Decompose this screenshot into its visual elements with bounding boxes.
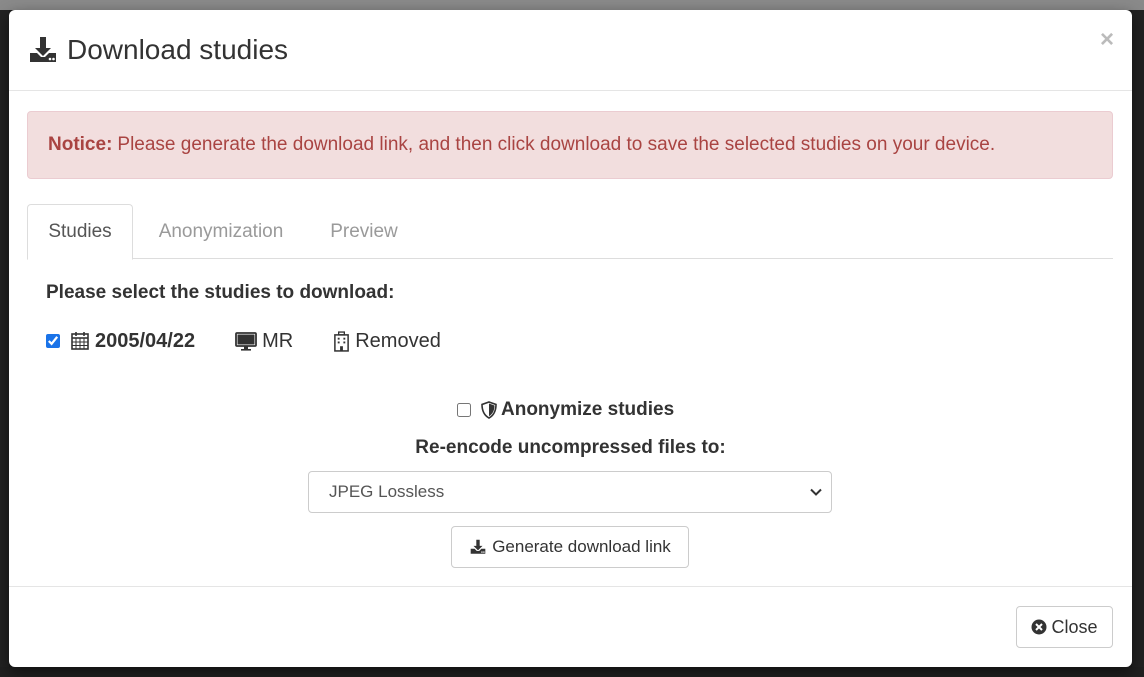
anonymize-option: Anonymize studies <box>457 396 674 424</box>
download-icon <box>30 37 56 62</box>
reencode-select[interactable]: JPEG Lossless <box>308 471 832 513</box>
modal-footer: Close <box>9 586 1132 667</box>
modal-header: Download studies × <box>9 10 1132 91</box>
close-button-label: Close <box>1051 616 1098 637</box>
backdrop-top-bar <box>0 0 1144 10</box>
close-circle-icon <box>1031 619 1047 635</box>
hospital-icon <box>334 330 350 352</box>
tab-preview[interactable]: Preview <box>317 204 411 259</box>
modal-title-text: Download studies <box>67 34 289 65</box>
calendar-icon <box>71 332 89 350</box>
study-row: 2005/04/22 MR Removed <box>46 326 441 356</box>
reencode-selected-value: JPEG Lossless <box>329 482 445 501</box>
backdrop-bottom <box>0 667 1144 677</box>
reencode-label: Re-encode uncompressed files to: <box>415 437 726 458</box>
backdrop-right <box>1132 10 1144 677</box>
anonymize-label: Anonymize studies <box>501 399 675 420</box>
study-institution: Removed <box>355 329 441 352</box>
study-date: 2005/04/22 <box>95 329 196 352</box>
anonymize-checkbox[interactable] <box>457 403 471 417</box>
download-icon <box>470 539 486 554</box>
notice-alert: Notice: Please generate the download lin… <box>27 111 1113 179</box>
study-modality: MR <box>262 329 294 352</box>
tab-bar: Studies Anonymization Preview <box>27 204 1113 260</box>
generate-button-label: Generate download link <box>492 537 671 556</box>
modal-title: Download studies <box>27 32 288 68</box>
study-checkbox[interactable] <box>46 334 60 348</box>
backdrop-left <box>0 10 9 677</box>
close-button[interactable]: Close <box>1016 606 1113 648</box>
notice-text: Please generate the download link, and t… <box>117 134 996 155</box>
shield-icon <box>481 401 497 419</box>
download-studies-modal: Download studies × Notice: Please genera… <box>9 10 1132 667</box>
chevron-down-icon <box>810 488 822 496</box>
tab-anonymization[interactable]: Anonymization <box>137 204 305 259</box>
monitor-icon <box>235 332 258 351</box>
close-x-button[interactable]: × <box>1100 28 1114 52</box>
generate-download-link-button[interactable]: Generate download link <box>451 526 689 568</box>
notice-label: Notice: <box>48 134 113 155</box>
tab-studies[interactable]: Studies <box>27 204 133 260</box>
studies-prompt: Please select the studies to download: <box>46 282 395 303</box>
